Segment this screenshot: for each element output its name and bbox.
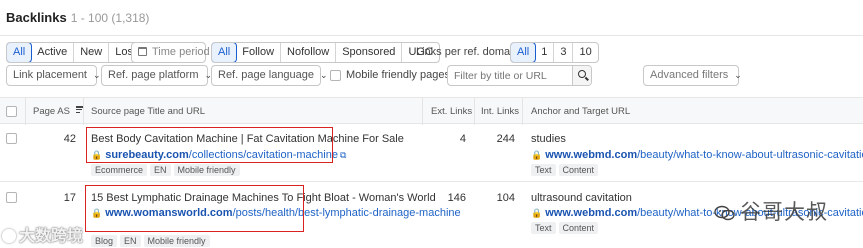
tag-mobile: Mobile friendly xyxy=(143,235,210,247)
follow-button[interactable]: Follow xyxy=(236,43,282,62)
ref-page-language-dropdown[interactable]: Ref. page language ⌄ xyxy=(211,65,328,86)
column-divider xyxy=(422,98,423,125)
nofollow-button[interactable]: Nofollow xyxy=(281,43,337,62)
watermark-logo-icon xyxy=(2,229,16,243)
column-divider xyxy=(83,98,84,125)
select-all-checkbox[interactable] xyxy=(6,106,17,117)
lock-icon: 🔒 xyxy=(531,208,543,218)
target-path: /beauty/what-to-know-about-ultrasonic-ca… xyxy=(637,149,863,161)
tag-link-type: Text xyxy=(531,222,556,234)
target-url[interactable]: 🔒 www.webmd.com/beauty/what-to-know-about… xyxy=(531,149,863,161)
follow-all-button[interactable]: All xyxy=(211,43,238,62)
tag-platform: Blog xyxy=(91,235,118,247)
ref-page-language-label: Ref. page language xyxy=(218,69,315,81)
watermark-right: 谷哥大叔 xyxy=(714,196,828,226)
mobile-friendly-checkbox[interactable] xyxy=(330,70,341,81)
type-new-button[interactable]: New xyxy=(74,43,110,62)
column-header-ext-links[interactable]: Ext. Links xyxy=(431,106,472,117)
anchor-text: studies xyxy=(531,133,566,145)
page-as-label: Page AS xyxy=(33,106,70,117)
title-text: Backlinks xyxy=(6,10,67,25)
links-per-domain-filter: All 1 3 10 xyxy=(510,42,599,63)
target-tags: Text Content xyxy=(531,222,599,234)
column-header-page-as[interactable]: Page AS xyxy=(33,106,84,117)
tag-language: EN xyxy=(150,164,171,176)
column-divider xyxy=(25,98,26,125)
links-3-button[interactable]: 3 xyxy=(554,43,574,62)
result-count: 1 - 100 (1,318) xyxy=(70,11,150,25)
links-10-button[interactable]: 10 xyxy=(573,43,597,62)
chevron-down-icon: ⌄ xyxy=(734,70,742,80)
page-title: Backlinks 1 - 100 (1,318) xyxy=(6,10,149,25)
page-as-value: 17 xyxy=(63,192,76,204)
watermark-right-text: 谷哥大叔 xyxy=(740,201,828,224)
column-divider xyxy=(522,98,523,125)
calendar-icon xyxy=(138,47,147,56)
chevron-down-icon: ⌄ xyxy=(320,70,328,80)
sponsored-button[interactable]: Sponsored xyxy=(336,43,403,62)
links-all-button[interactable]: All xyxy=(510,43,537,62)
source-tags: Ecommerce EN Mobile friendly xyxy=(91,164,240,176)
highlight-box xyxy=(86,127,333,163)
advanced-filters-dropdown[interactable]: Advanced filters ⌄ xyxy=(643,65,742,86)
search-icon[interactable] xyxy=(572,66,591,85)
links-1-button[interactable]: 1 xyxy=(535,43,555,62)
target-domain: www.webmd.com xyxy=(545,207,638,219)
link-placement-label: Link placement xyxy=(13,69,87,81)
source-tags: Blog EN Mobile friendly xyxy=(91,235,210,247)
watermark-left-text: 大数跨境 xyxy=(19,228,84,245)
filter-search-input[interactable] xyxy=(448,66,574,85)
ref-page-platform-dropdown[interactable]: Ref. page platform ⌄ xyxy=(101,65,212,86)
external-link-icon[interactable]: ⧉ xyxy=(340,150,346,161)
page-header: Backlinks 1 - 100 (1,318) xyxy=(0,0,863,36)
tag-link-position: Content xyxy=(558,222,599,234)
chevron-down-icon: ⌄ xyxy=(93,70,101,80)
mobile-friendly-label: Mobile friendly pages xyxy=(346,69,450,81)
int-links-value: 244 xyxy=(496,133,515,145)
type-active-button[interactable]: Active xyxy=(31,43,75,62)
tag-language: EN xyxy=(120,235,141,247)
column-divider xyxy=(474,98,475,125)
time-period-label: Time period xyxy=(152,46,210,58)
tag-mobile: Mobile friendly xyxy=(173,164,240,176)
lock-icon: 🔒 xyxy=(531,150,543,160)
target-tags: Text Content xyxy=(531,164,599,176)
column-header-source: Source page Title and URL xyxy=(91,106,206,117)
tag-link-type: Text xyxy=(531,164,556,176)
table-header: Page AS Source page Title and URL Ext. L… xyxy=(0,97,863,125)
ext-links-value: 4 xyxy=(459,133,466,145)
column-header-int-links[interactable]: Int. Links xyxy=(481,106,519,117)
page-as-value: 42 xyxy=(63,133,76,145)
follow-filter: All Follow Nofollow Sponsored UGC xyxy=(211,42,440,63)
time-period-button[interactable]: Time period xyxy=(131,42,210,63)
row-checkbox[interactable] xyxy=(6,192,17,203)
ext-links-value: 146 xyxy=(447,192,466,204)
ref-page-platform-label: Ref. page platform xyxy=(108,69,199,81)
highlight-box xyxy=(85,185,304,232)
link-placement-dropdown[interactable]: Link placement ⌄ xyxy=(6,65,101,86)
advanced-filters-label: Advanced filters xyxy=(650,69,729,81)
links-per-domain-label: Links per ref. domain xyxy=(416,46,519,58)
filter-search-box xyxy=(447,65,592,86)
type-filter: All Active New Lost xyxy=(6,42,144,63)
tag-platform: Ecommerce xyxy=(91,164,148,176)
wechat-icon xyxy=(714,206,735,221)
int-links-value: 104 xyxy=(496,192,515,204)
watermark-left: 大数跨境 xyxy=(2,222,83,246)
column-header-anchor: Anchor and Target URL xyxy=(531,106,631,117)
target-domain: www.webmd.com xyxy=(545,149,638,161)
tag-link-position: Content xyxy=(558,164,599,176)
type-all-button[interactable]: All xyxy=(7,43,33,62)
row-checkbox[interactable] xyxy=(6,133,17,144)
anchor-text: ultrasound cavitation xyxy=(531,192,632,204)
